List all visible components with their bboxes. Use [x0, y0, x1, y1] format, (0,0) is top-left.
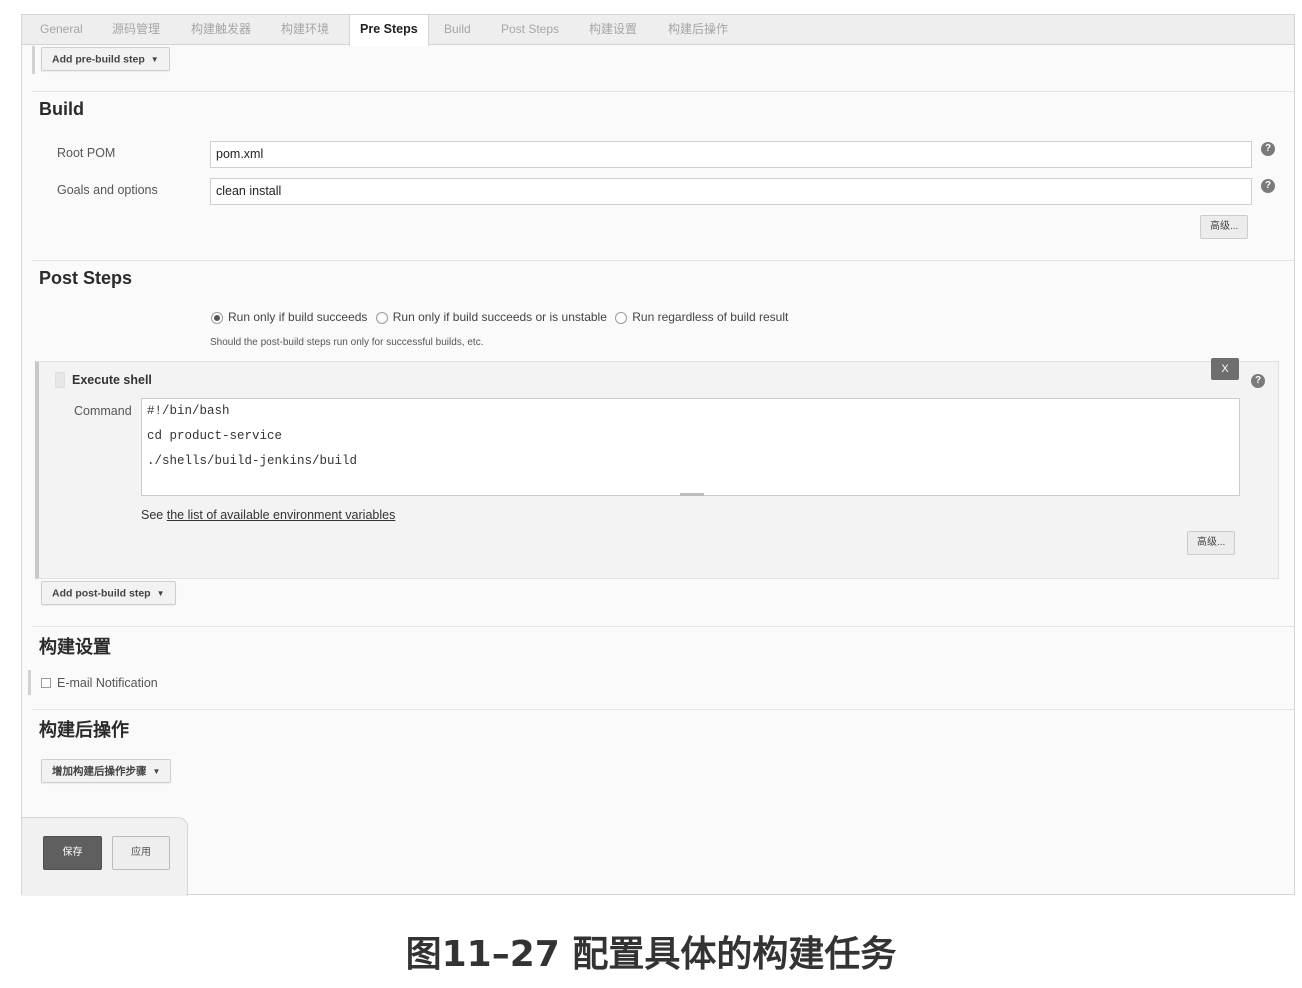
add-post-build-action-button[interactable]: 增加构建后操作步骤 ▼ — [41, 759, 172, 783]
code-line: cd product-service — [147, 429, 283, 443]
env-variables-link[interactable]: the list of available environment variab… — [167, 508, 396, 522]
email-notification-checkbox[interactable] — [41, 678, 51, 688]
post-steps-hint: Should the post-build steps run only for… — [210, 337, 484, 348]
drag-handle[interactable] — [55, 372, 65, 388]
help-icon[interactable]: ? — [1261, 142, 1275, 156]
tab-build-environment[interactable]: 构建环境 — [281, 15, 329, 45]
add-pre-build-step-button[interactable]: Add pre-build step ▼ — [41, 47, 170, 71]
help-icon[interactable]: ? — [1261, 179, 1275, 193]
config-tab-bar: General 源码管理 构建触发器 构建环境 Pre Steps Build … — [22, 15, 1294, 46]
tab-build-settings[interactable]: 构建设置 — [589, 15, 637, 45]
tab-pre-steps[interactable]: Pre Steps — [349, 15, 429, 46]
env-variables-note: See the list of available environment va… — [141, 508, 395, 522]
radio-option-succeeds-or-unstable[interactable]: Run only if build succeeds or is unstabl… — [375, 310, 607, 324]
see-prefix: See — [141, 508, 164, 522]
radio-option-regardless[interactable]: Run regardless of build result — [615, 310, 788, 324]
build-advanced-button[interactable]: 高级... — [1200, 215, 1249, 239]
section-divider — [32, 260, 1294, 261]
save-button[interactable]: 保存 — [43, 836, 102, 870]
radio-selected-icon[interactable] — [211, 312, 223, 324]
radio-option-succeeds[interactable]: Run only if build succeeds — [211, 310, 367, 324]
tab-build[interactable]: Build — [444, 15, 471, 45]
tab-post-steps[interactable]: Post Steps — [501, 15, 559, 45]
section-divider — [32, 626, 1294, 627]
add-pre-build-step-label: Add pre-build step — [52, 53, 145, 66]
email-notification-label: E-mail Notification — [57, 676, 158, 690]
apply-button[interactable]: 应用 — [112, 836, 170, 870]
tab-general[interactable]: General — [40, 15, 83, 45]
tab-build-triggers[interactable]: 构建触发器 — [191, 15, 251, 45]
tab-post-build-actions[interactable]: 构建后操作 — [668, 15, 728, 45]
execute-shell-step: Execute shell X ? Command #!/bin/bash cd… — [35, 358, 1279, 579]
build-settings-section-title: 构建设置 — [39, 637, 111, 657]
add-post-build-action-label: 增加构建后操作步骤 — [52, 765, 147, 778]
post-steps-condition-group: Run only if build succeeds Run only if b… — [211, 310, 793, 324]
add-post-build-step-label: Add post-build step — [52, 587, 151, 600]
textarea-resize-handle[interactable] — [680, 493, 704, 496]
goals-options-label: Goals and options — [57, 183, 158, 197]
jenkins-config-panel: General 源码管理 构建触发器 构建环境 Pre Steps Build … — [21, 14, 1295, 896]
code-line: #!/bin/bash — [147, 404, 230, 418]
radio-label: Run only if build succeeds or is unstabl… — [392, 310, 607, 324]
tab-source-code[interactable]: 源码管理 — [112, 15, 160, 45]
root-pom-input[interactable]: pom.xml — [210, 141, 1252, 168]
goals-options-input[interactable]: clean install — [210, 178, 1252, 205]
radio-icon[interactable] — [375, 312, 388, 324]
command-textarea[interactable]: #!/bin/bash cd product-service ./shells/… — [141, 398, 1240, 496]
add-post-build-step-button[interactable]: Add post-build step ▼ — [41, 581, 176, 605]
caret-down-icon: ▼ — [150, 55, 159, 64]
email-notification-row[interactable]: E-mail Notification — [41, 676, 158, 690]
build-section-title: Build — [39, 99, 84, 119]
close-icon[interactable]: X — [1211, 358, 1239, 380]
help-icon[interactable]: ? — [1251, 374, 1265, 388]
figure-caption: 图11–27 配置具体的构建任务 — [405, 934, 897, 975]
code-line: ./shells/build-jenkins/build — [147, 454, 358, 468]
shell-advanced-button[interactable]: 高级... — [1187, 531, 1236, 555]
caret-down-icon: ▼ — [152, 767, 161, 776]
radio-icon[interactable] — [615, 312, 628, 324]
section-divider — [32, 91, 1294, 92]
section-indicator — [28, 670, 31, 695]
radio-label: Run regardless of build result — [632, 310, 789, 324]
section-divider — [32, 709, 1294, 710]
root-pom-label: Root POM — [57, 146, 116, 160]
radio-label: Run only if build succeeds — [228, 310, 368, 324]
post-build-section-title: 构建后操作 — [39, 720, 129, 740]
execute-shell-title: Execute shell — [72, 373, 152, 387]
post-steps-section-title: Post Steps — [39, 268, 133, 288]
caret-down-icon: ▼ — [156, 589, 165, 598]
section-indicator — [32, 46, 35, 74]
command-label: Command — [74, 404, 132, 418]
